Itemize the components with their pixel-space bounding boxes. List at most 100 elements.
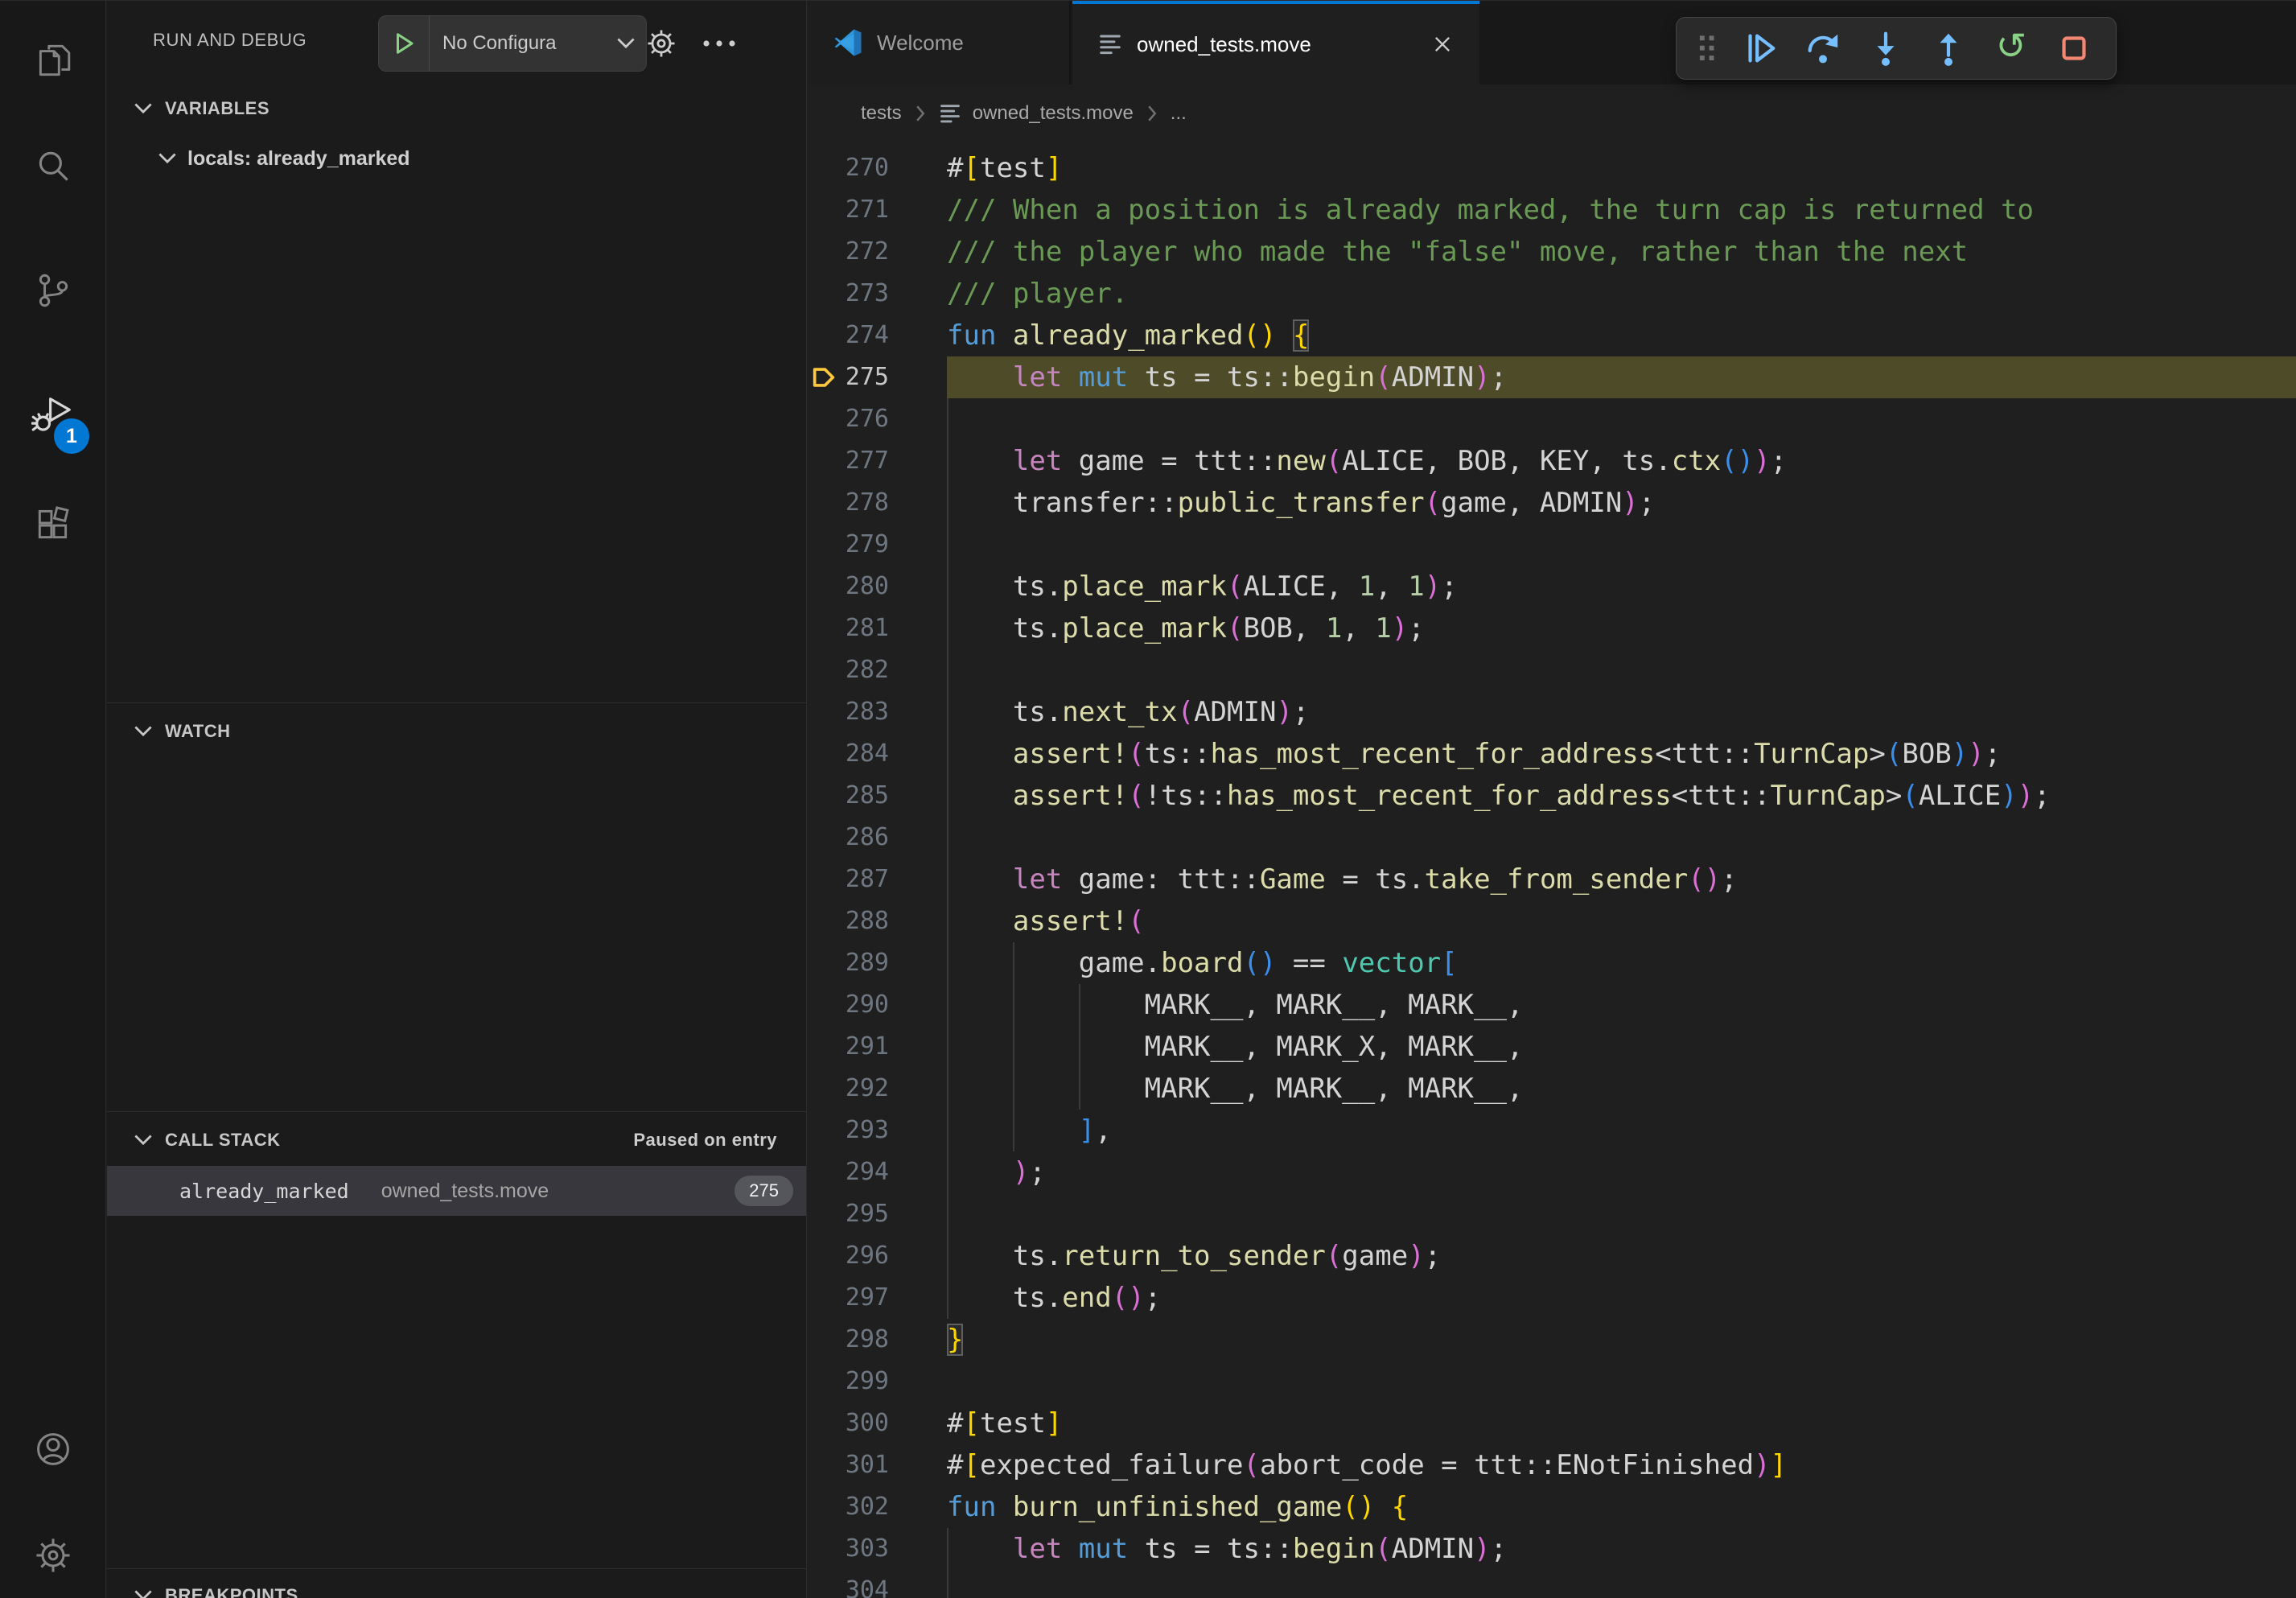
line-number[interactable]: 304	[845, 1570, 947, 1598]
breakpoints-section-header[interactable]: BREAKPOINTS	[107, 1573, 806, 1598]
breakpoint-gutter[interactable]	[808, 984, 845, 1026]
watch-section-header[interactable]: WATCH	[107, 709, 806, 754]
line-number[interactable]: 270	[845, 147, 947, 189]
line-number[interactable]: 297	[845, 1277, 947, 1319]
line-number[interactable]: 276	[845, 398, 947, 440]
line-number[interactable]: 291	[845, 1026, 947, 1068]
breakpoint-gutter[interactable]	[808, 775, 845, 817]
debug-current-line-gutter[interactable]	[808, 356, 845, 398]
breakpoint-gutter[interactable]	[808, 1026, 845, 1068]
breakpoint-gutter[interactable]	[808, 607, 845, 649]
sidebar-item-explorer[interactable]	[0, 12, 105, 109]
line-number[interactable]: 280	[845, 566, 947, 607]
breakpoint-gutter[interactable]	[808, 900, 845, 942]
step-over-button[interactable]	[1796, 24, 1850, 72]
account-button[interactable]	[0, 1401, 105, 1497]
line-number[interactable]: 281	[845, 607, 947, 649]
breakpoint-gutter[interactable]	[808, 1361, 845, 1402]
breadcrumb-item-symbol[interactable]: ...	[1171, 102, 1187, 125]
line-number[interactable]: 301	[845, 1444, 947, 1486]
line-number[interactable]: 278	[845, 482, 947, 524]
toolbar-drag-handle[interactable]	[1689, 24, 1725, 72]
breakpoint-gutter[interactable]	[808, 566, 845, 607]
line-number[interactable]: 274	[845, 315, 947, 356]
sidebar-item-extensions[interactable]	[0, 476, 105, 572]
line-number[interactable]: 285	[845, 775, 947, 817]
breakpoint-gutter[interactable]	[808, 649, 845, 691]
breakpoint-gutter[interactable]	[808, 1319, 845, 1361]
breadcrumb-item-tests[interactable]: tests	[861, 102, 902, 125]
line-number[interactable]: 292	[845, 1068, 947, 1110]
breakpoint-gutter[interactable]	[808, 482, 845, 524]
breakpoint-gutter[interactable]	[808, 315, 845, 356]
start-debugging-button[interactable]	[379, 16, 430, 71]
line-number[interactable]: 294	[845, 1151, 947, 1193]
variables-section-header[interactable]: VARIABLES	[107, 86, 806, 131]
breakpoint-gutter[interactable]	[808, 1151, 845, 1193]
line-number[interactable]: 303	[845, 1528, 947, 1570]
line-number[interactable]: 272	[845, 231, 947, 273]
line-number[interactable]: 284	[845, 733, 947, 775]
line-number[interactable]: 287	[845, 859, 947, 900]
step-into-button[interactable]	[1858, 24, 1913, 72]
line-number[interactable]: 302	[845, 1486, 947, 1528]
breakpoint-gutter[interactable]	[808, 1235, 845, 1277]
breakpoint-gutter[interactable]	[808, 942, 845, 984]
breakpoint-gutter[interactable]	[808, 1402, 845, 1444]
sidebar-item-source-control[interactable]	[0, 242, 105, 339]
breakpoint-gutter[interactable]	[808, 231, 845, 273]
tab-welcome[interactable]: Welcome	[808, 1, 1071, 84]
tab-owned-tests-move[interactable]: owned_tests.move	[1072, 1, 1479, 84]
line-number[interactable]: 300	[845, 1402, 947, 1444]
debug-configuration-control[interactable]: No Configura	[378, 15, 647, 72]
breakpoint-gutter[interactable]	[808, 1570, 845, 1598]
breakpoint-gutter[interactable]	[808, 733, 845, 775]
line-number[interactable]: 299	[845, 1361, 947, 1402]
line-number[interactable]: 279	[845, 524, 947, 566]
continue-button[interactable]	[1733, 24, 1788, 72]
breakpoint-gutter[interactable]	[808, 817, 845, 859]
breakpoint-gutter[interactable]	[808, 691, 845, 733]
line-number[interactable]: 275	[845, 356, 947, 398]
breakpoint-gutter[interactable]	[808, 1444, 845, 1486]
line-number[interactable]: 290	[845, 984, 947, 1026]
line-number[interactable]: 286	[845, 817, 947, 859]
line-number[interactable]: 283	[845, 691, 947, 733]
breakpoint-gutter[interactable]	[808, 1486, 845, 1528]
breakpoint-gutter[interactable]	[808, 398, 845, 440]
breakpoint-gutter[interactable]	[808, 440, 845, 482]
line-number[interactable]: 289	[845, 942, 947, 984]
close-tab-button[interactable]	[1431, 33, 1454, 56]
line-number[interactable]: 293	[845, 1110, 947, 1151]
stop-button[interactable]	[2047, 24, 2101, 72]
line-number[interactable]: 273	[845, 273, 947, 315]
breakpoint-gutter[interactable]	[808, 1068, 845, 1110]
call-stack-frame-row[interactable]: already_marked owned_tests.move 275	[107, 1166, 806, 1216]
call-stack-section-header[interactable]: CALL STACK Paused on entry	[107, 1118, 806, 1163]
breakpoint-gutter[interactable]	[808, 1110, 845, 1151]
breadcrumb-item-file[interactable]: owned_tests.move	[973, 102, 1134, 125]
configuration-dropdown[interactable]: No Configura	[430, 32, 614, 55]
step-out-button[interactable]	[1921, 24, 1976, 72]
sidebar-item-run-and-debug[interactable]: 1	[0, 367, 105, 463]
breakpoint-gutter[interactable]	[808, 1528, 845, 1570]
line-number[interactable]: 282	[845, 649, 947, 691]
line-number[interactable]: 277	[845, 440, 947, 482]
breakpoint-gutter[interactable]	[808, 189, 845, 231]
breakpoint-gutter[interactable]	[808, 859, 845, 900]
line-number[interactable]: 295	[845, 1193, 947, 1235]
breakpoint-gutter[interactable]	[808, 273, 845, 315]
debug-settings-button[interactable]	[638, 20, 685, 67]
manage-button[interactable]	[0, 1507, 105, 1598]
line-number[interactable]: 271	[845, 189, 947, 231]
line-number[interactable]: 296	[845, 1235, 947, 1277]
sidebar-item-search[interactable]	[0, 118, 105, 215]
breakpoint-gutter[interactable]	[808, 147, 845, 189]
breakpoint-gutter[interactable]	[808, 1193, 845, 1235]
breakpoint-gutter[interactable]	[808, 524, 845, 566]
views-more-actions-button[interactable]	[696, 20, 743, 67]
breakpoint-gutter[interactable]	[808, 1277, 845, 1319]
locals-scope-row[interactable]: locals: already_marked	[107, 136, 806, 181]
line-number[interactable]: 288	[845, 900, 947, 942]
restart-button[interactable]: ↺	[1984, 24, 2039, 72]
